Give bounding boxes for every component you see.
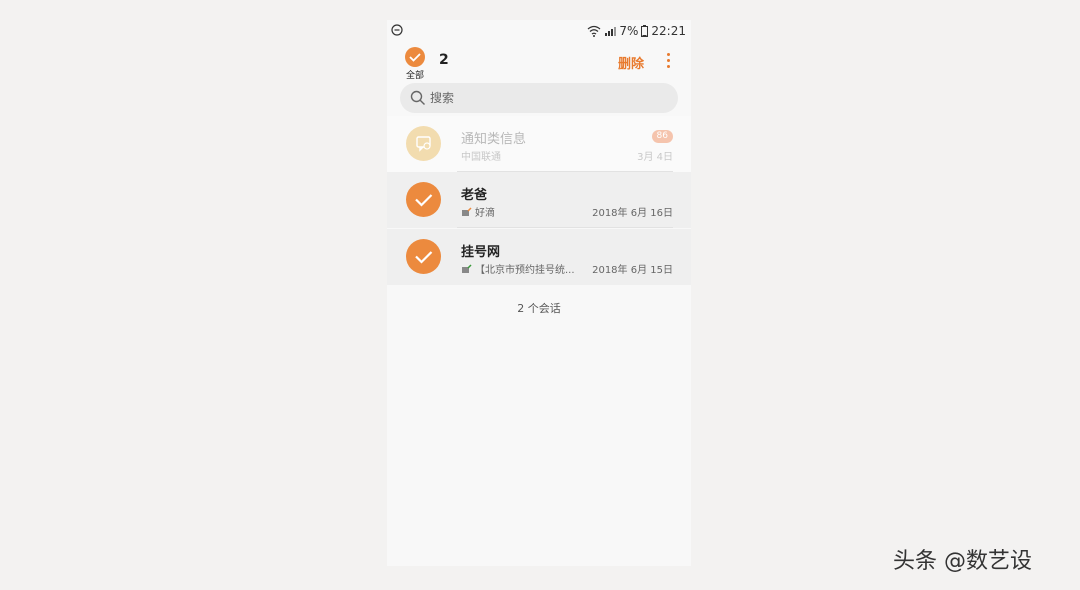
selected-check-icon[interactable] — [406, 239, 441, 274]
selected-check-icon[interactable] — [406, 182, 441, 217]
search-icon — [410, 90, 425, 105]
conversation-count: 2 个会话 — [517, 302, 561, 315]
watermark: 头条 @数艺设 — [893, 549, 1032, 574]
sim-status-icon — [462, 206, 472, 216]
conversation-snippet: 中国联通 — [461, 152, 501, 163]
conversation-row[interactable]: 挂号网 【北京市预约挂号统... 2018年 6月 15日 — [387, 229, 691, 285]
battery-percent: 7% — [619, 24, 639, 38]
clock: 22:21 — [651, 24, 686, 38]
conversation-name: 挂号网 — [461, 245, 501, 260]
selection-toolbar: 全部 2 删除 — [387, 42, 691, 82]
notification-avatar-icon — [406, 126, 441, 161]
conversation-row: 通知类信息 中国联通 86 3月 4日 — [387, 116, 691, 172]
status-bar: 7% 22:21 — [387, 20, 691, 42]
conversation-row[interactable]: 老爸 好滴 2018年 6月 16日 — [387, 172, 691, 228]
wifi-icon — [587, 25, 601, 37]
conversation-name: 通知类信息 — [461, 132, 527, 147]
conversation-name: 老爸 — [461, 188, 488, 203]
selected-count: 2 — [439, 52, 449, 68]
conversation-snippet: 【北京市预约挂号统... — [461, 261, 575, 276]
select-all-button[interactable]: 全部 — [403, 46, 427, 81]
battery-icon — [641, 25, 649, 37]
sim-status-icon — [462, 263, 472, 273]
more-options-icon[interactable] — [663, 51, 673, 71]
do-not-disturb-icon — [391, 24, 403, 36]
conversation-date: 2018年 6月 15日 — [592, 265, 673, 276]
phone-screen: 7% 22:21 全部 2 删除 搜索 通知类信息 中国联通 86 3月 4日 … — [387, 20, 691, 566]
search-input[interactable] — [430, 88, 660, 108]
signal-icon — [605, 27, 617, 36]
delete-button[interactable]: 删除 — [618, 53, 644, 72]
conversation-date: 2018年 6月 16日 — [592, 208, 673, 219]
conversation-snippet: 好滴 — [461, 204, 495, 219]
select-all-check-icon — [405, 47, 425, 67]
select-all-label: 全部 — [405, 71, 424, 81]
search-bar[interactable] — [400, 83, 678, 113]
conversation-date: 3月 4日 — [637, 152, 673, 163]
unread-badge: 86 — [651, 130, 673, 143]
row-divider — [457, 227, 673, 228]
